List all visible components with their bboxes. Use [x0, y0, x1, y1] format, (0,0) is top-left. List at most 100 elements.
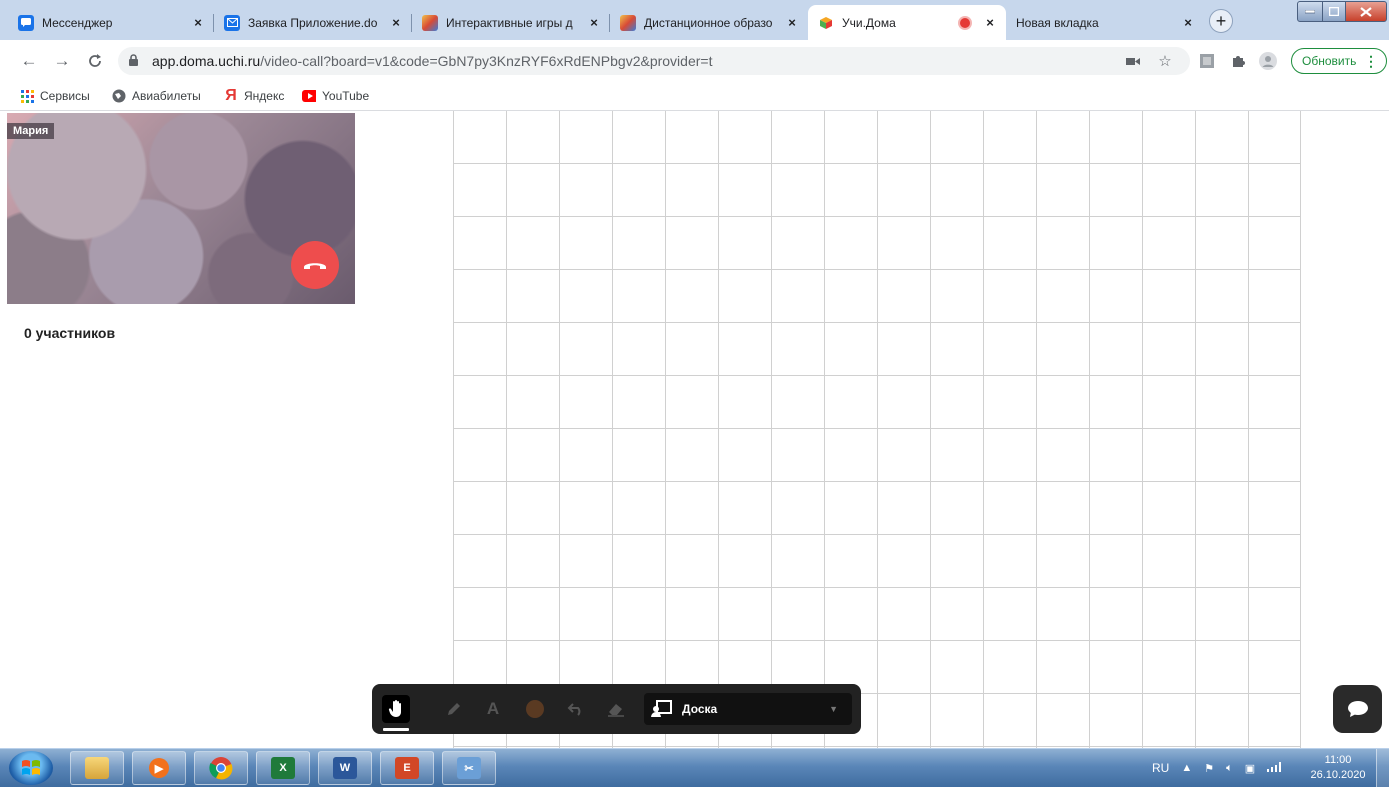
new-tab-button[interactable]: +	[1209, 9, 1233, 33]
tab-interactive-games[interactable]: Интерактивные игры д ×	[412, 5, 610, 40]
video-call-page: Мария 0 участников A Доска ▼	[0, 111, 1389, 748]
excel-icon: X	[271, 757, 295, 779]
games-icon	[422, 14, 438, 31]
url-text: app.doma.uchi.ru/video-call?board=v1&cod…	[152, 53, 712, 69]
pencil-tool-icon[interactable]	[440, 695, 468, 723]
bookmark-label: Авиабилеты	[132, 89, 201, 103]
eraser-tool-icon[interactable]	[602, 695, 630, 723]
tab-messenger[interactable]: Мессенджер ×	[8, 5, 214, 40]
tab-title: Мессенджер	[42, 15, 113, 30]
browser-toolbar: ← → app.doma.uchi.ru/video-call?board=v1…	[0, 40, 1389, 82]
color-tool[interactable]	[521, 695, 549, 723]
windows-taskbar: ▶ X W E ✂ RU ▲ ⚑ 🔈︎ ▣ 11:00 26.10.2020	[0, 748, 1389, 787]
text-tool-icon[interactable]: A	[479, 695, 507, 723]
chrome-icon	[209, 757, 233, 780]
recording-icon	[960, 17, 970, 28]
folder-icon	[85, 757, 109, 779]
profile-avatar-icon[interactable]	[1259, 52, 1277, 70]
media-player-icon: ▶	[149, 758, 169, 778]
close-window-icon[interactable]	[1345, 1, 1387, 22]
tab-uchi-doma[interactable]: Учи.Дома ×	[808, 5, 1006, 40]
tab-title: Новая вкладка	[1016, 15, 1099, 30]
chat-bubble-icon	[1347, 701, 1368, 717]
bookmark-youtube[interactable]: YouTube	[302, 86, 369, 106]
taskbar-media-player[interactable]: ▶	[132, 751, 186, 785]
taskbar-presentation[interactable]: E	[380, 751, 434, 785]
close-tab-icon[interactable]: ×	[982, 15, 998, 31]
taskbar-explorer[interactable]	[70, 751, 124, 785]
bookmark-aviabilety[interactable]: Авиабилеты	[112, 86, 201, 106]
start-button[interactable]	[9, 751, 53, 785]
close-tab-icon[interactable]: ×	[388, 15, 404, 31]
active-tool-indicator	[383, 728, 409, 731]
presentation-icon: E	[395, 757, 419, 779]
network-signal-icon[interactable]	[1267, 761, 1282, 775]
maximize-window-icon[interactable]	[1322, 1, 1346, 22]
system-tray: RU ▲ ⚑ 🔈︎ ▣	[1152, 757, 1293, 779]
tab-title: Заявка Приложение.do	[248, 15, 378, 30]
volume-icon[interactable]: 🔈︎	[1226, 762, 1233, 775]
hand-tool-icon[interactable]	[382, 695, 410, 723]
bookmarks-bar: Сервисы Авиабилеты Я Яндекс YouTube	[0, 82, 1389, 111]
forward-arrow-icon[interactable]: →	[51, 50, 73, 72]
tab-new-tab[interactable]: Новая вкладка ×	[1006, 5, 1204, 40]
scissors-icon: ✂	[457, 757, 481, 779]
close-tab-icon[interactable]: ×	[586, 15, 602, 31]
tab-zayavka[interactable]: Заявка Приложение.do ×	[214, 5, 412, 40]
taskbar-chrome[interactable]	[194, 751, 248, 785]
participant-name-badge: Мария	[7, 123, 55, 139]
tab-title: Учи.Дома	[842, 15, 896, 30]
tab-title: Интерактивные игры д	[446, 15, 573, 30]
url-domain: app.doma.uchi.ru	[152, 53, 261, 69]
tab-distance-education[interactable]: Дистанционное образо ×	[610, 5, 808, 40]
back-arrow-icon[interactable]: ←	[18, 50, 40, 72]
show-desktop-button[interactable]	[1376, 749, 1389, 787]
camera-in-use-icon[interactable]	[1124, 52, 1142, 70]
clock-time: 11:00	[1324, 754, 1352, 766]
reload-icon[interactable]	[84, 50, 106, 72]
chat-button[interactable]	[1333, 685, 1382, 733]
show-hidden-icons-icon[interactable]: ▲	[1181, 762, 1192, 774]
bookmark-label: YouTube	[322, 89, 370, 103]
color-swatch-icon	[526, 700, 544, 718]
update-browser-button[interactable]: Обновить ⋮	[1291, 48, 1387, 74]
bookmark-label: Яндекс	[244, 89, 285, 103]
extension-icon[interactable]	[1198, 52, 1216, 70]
close-tab-icon[interactable]: ×	[190, 15, 206, 31]
undo-icon[interactable]	[562, 695, 590, 723]
extensions-puzzle-icon[interactable]	[1229, 52, 1247, 70]
bookmark-label: Сервисы	[40, 89, 90, 103]
action-center-flag-icon[interactable]: ⚑	[1204, 762, 1214, 775]
tab-title: Дистанционное образо	[644, 15, 773, 30]
phone-hangup-icon	[304, 263, 326, 269]
board-select-dropdown[interactable]: Доска ▼	[644, 693, 852, 725]
power-icon[interactable]: ▣	[1245, 762, 1255, 775]
windows-logo-icon	[22, 760, 40, 775]
bookmark-services[interactable]: Сервисы	[20, 86, 90, 106]
hangup-button[interactable]	[291, 241, 339, 289]
chevron-down-icon: ▼	[829, 704, 838, 714]
mail-icon	[224, 14, 240, 31]
whiteboard-grid[interactable]	[453, 111, 1301, 748]
url-path: /video-call?board=v1&code=GbN7py3KnzRYF6…	[260, 53, 713, 69]
more-menu-icon[interactable]: ⋮	[1364, 53, 1378, 70]
close-tab-icon[interactable]: ×	[784, 15, 800, 31]
minimize-window-icon[interactable]	[1297, 1, 1323, 22]
yandex-icon: Я	[225, 87, 237, 104]
bookmark-star-icon[interactable]: ☆	[1156, 52, 1174, 70]
taskbar-excel[interactable]: X	[256, 751, 310, 785]
lock-icon	[128, 54, 139, 70]
bookmark-yandex[interactable]: Я Яндекс	[224, 86, 284, 106]
system-clock[interactable]: 11:00 26.10.2020	[1310, 753, 1366, 783]
apps-grid-icon	[20, 89, 34, 103]
close-tab-icon[interactable]: ×	[1180, 15, 1196, 31]
board-select-label: Доска	[682, 702, 718, 716]
language-indicator[interactable]: RU	[1152, 761, 1169, 775]
youtube-icon	[302, 89, 316, 103]
taskbar-word[interactable]: W	[318, 751, 372, 785]
participant-video: Мария	[7, 113, 355, 304]
taskbar-snipping-tool[interactable]: ✂	[442, 751, 496, 785]
update-label: Обновить	[1302, 54, 1357, 68]
address-bar[interactable]: app.doma.uchi.ru/video-call?board=v1&cod…	[118, 47, 1190, 75]
board-icon	[650, 700, 672, 718]
